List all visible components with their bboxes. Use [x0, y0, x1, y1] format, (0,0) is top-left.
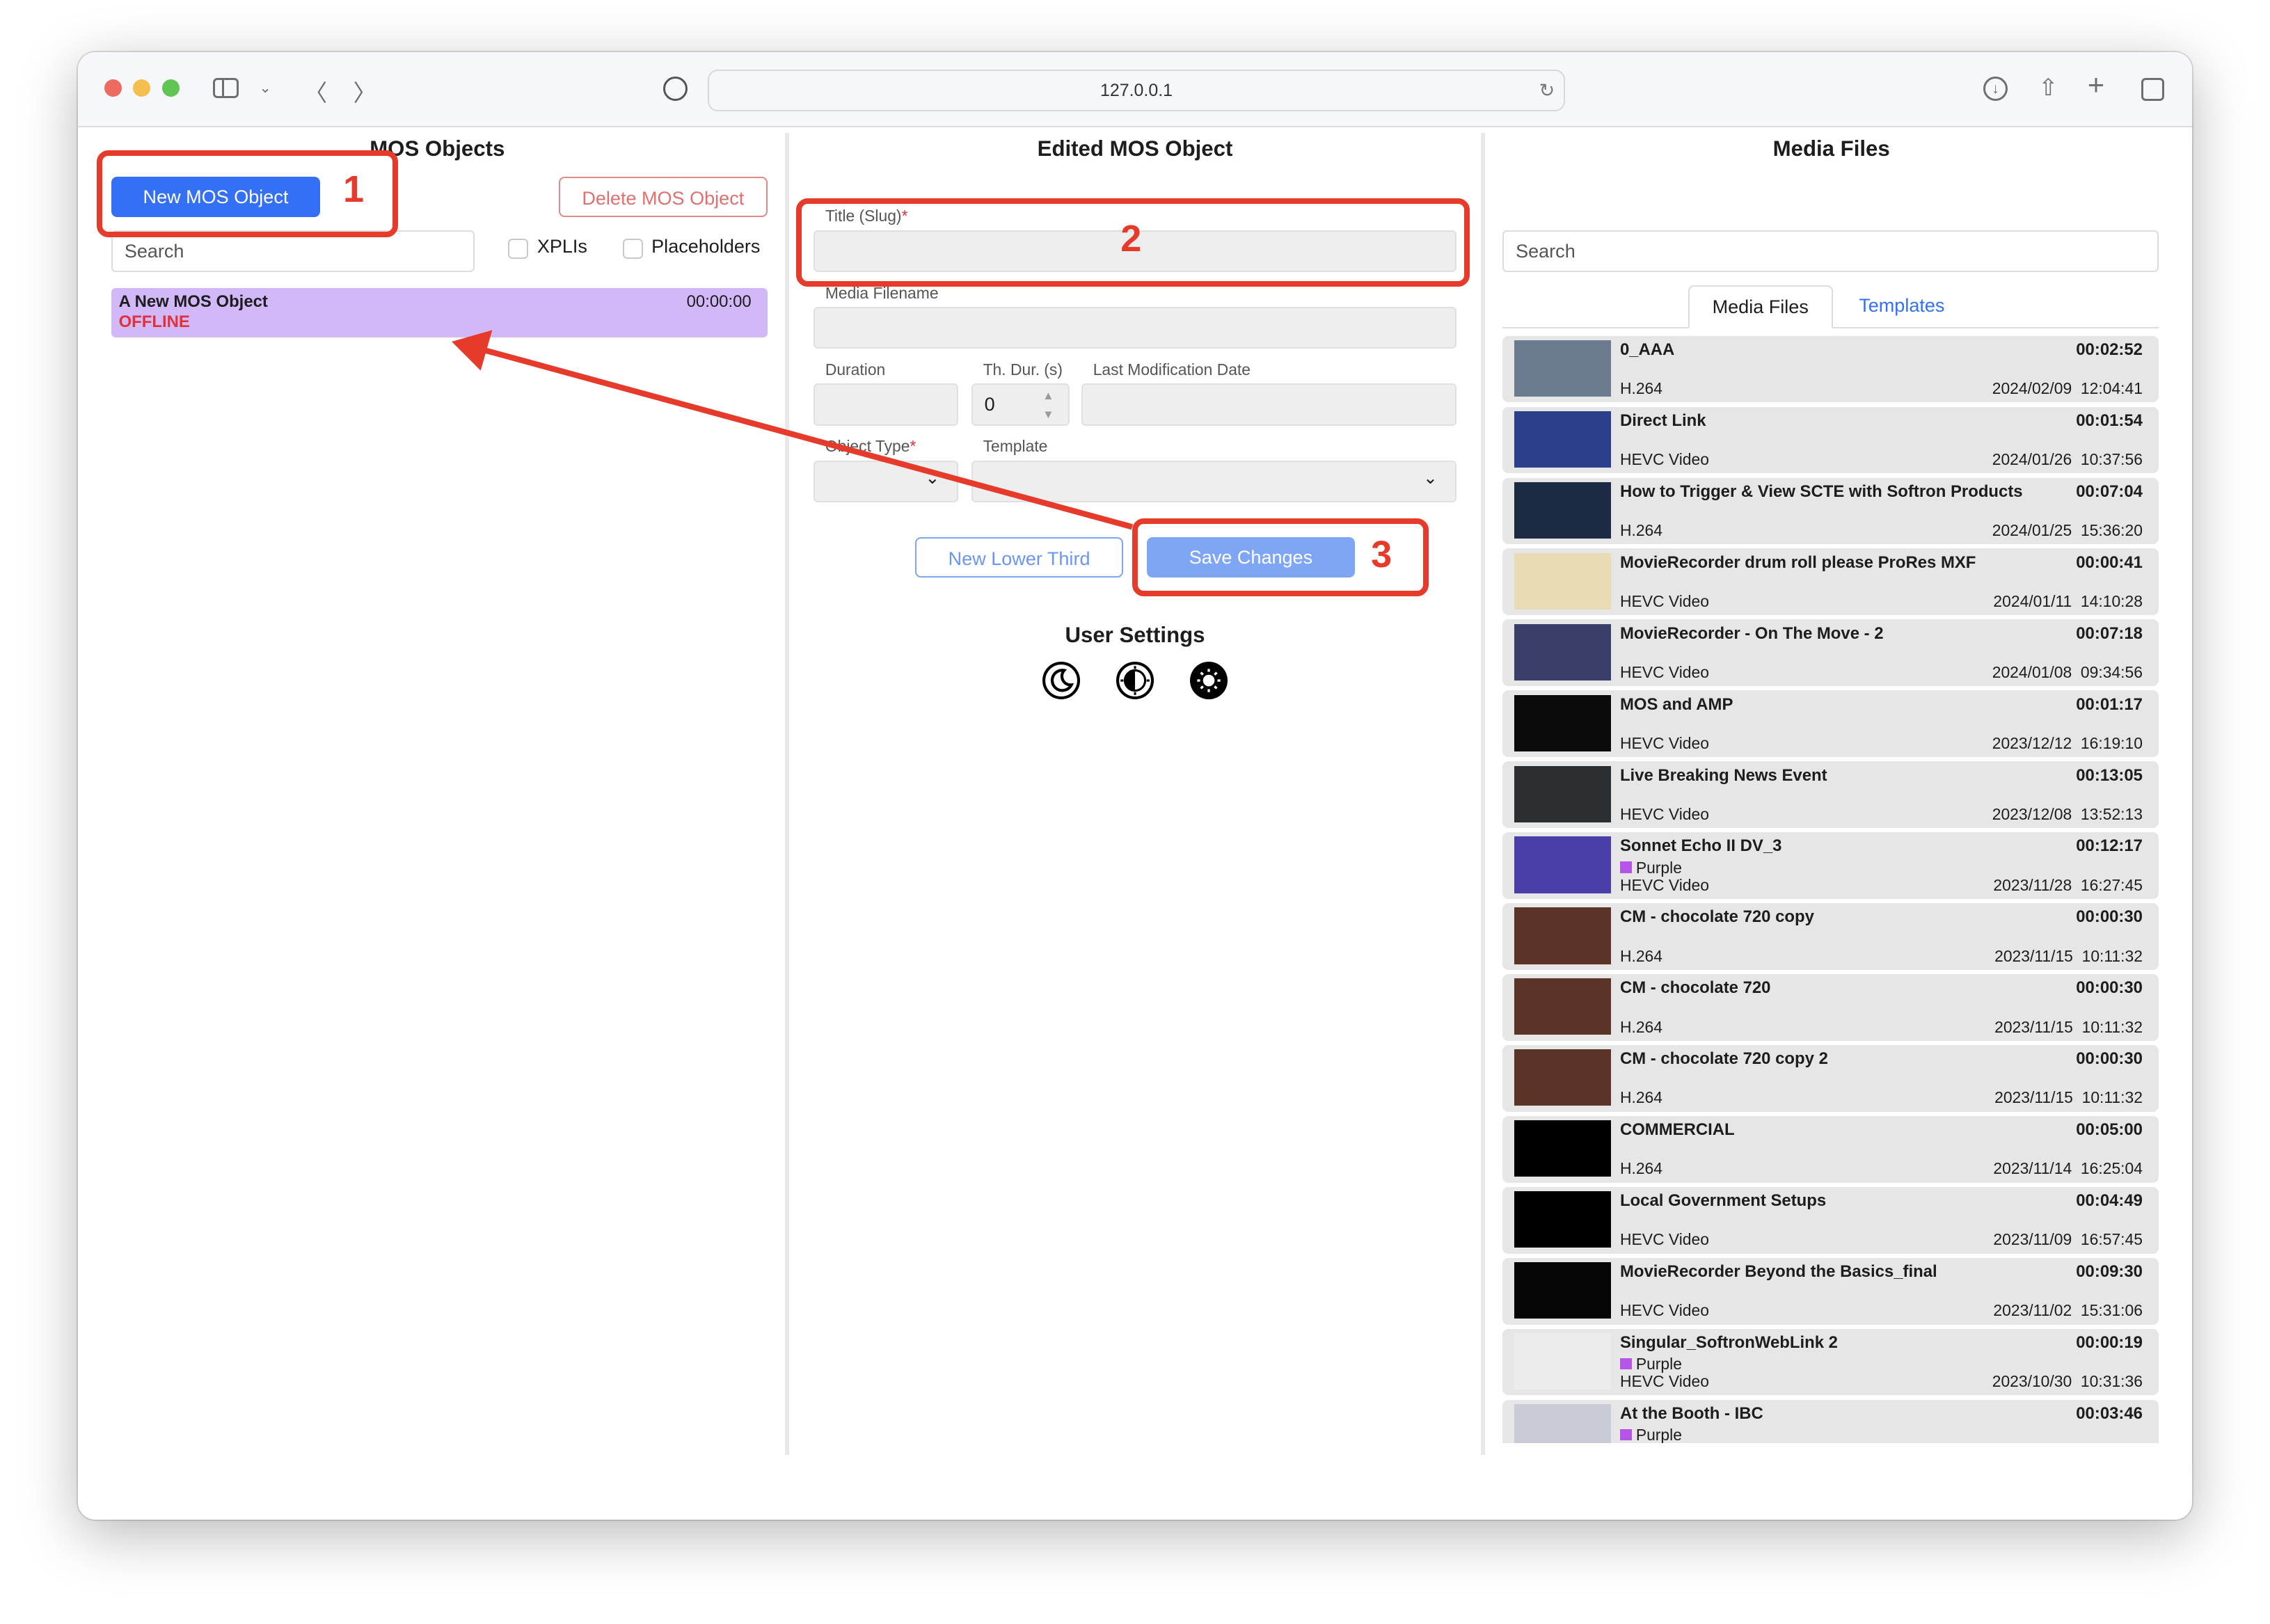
annotation-arrow-icon	[452, 330, 1133, 530]
